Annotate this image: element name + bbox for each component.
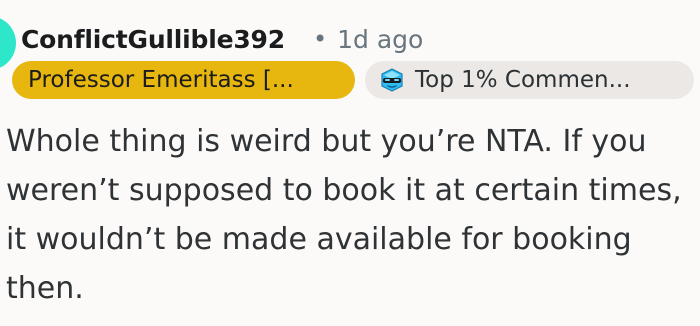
top-commenter-flair[interactable]: Top 1% Commen... [365,61,694,99]
user-flairs: Professor Emeritass [... Top 1% Commen..… [12,61,694,99]
comment-card: ConflictGullible392 • 1d ago Professor E… [0,0,700,326]
professor-flair[interactable]: Professor Emeritass [... [12,61,355,99]
top-commenter-flair-label: Top 1% Commen... [415,67,631,93]
top-commenter-badge-icon [377,65,407,95]
username[interactable]: ConflictGullible392 [21,25,285,54]
timestamp[interactable]: 1d ago [337,25,423,54]
meta-separator: • [312,25,328,53]
professor-flair-label: Professor Emeritass [... [28,67,294,93]
comment-header: ConflictGullible392 • 1d ago [21,19,423,59]
comment-body: Whole thing is weird but you’re NTA. If … [6,124,682,306]
